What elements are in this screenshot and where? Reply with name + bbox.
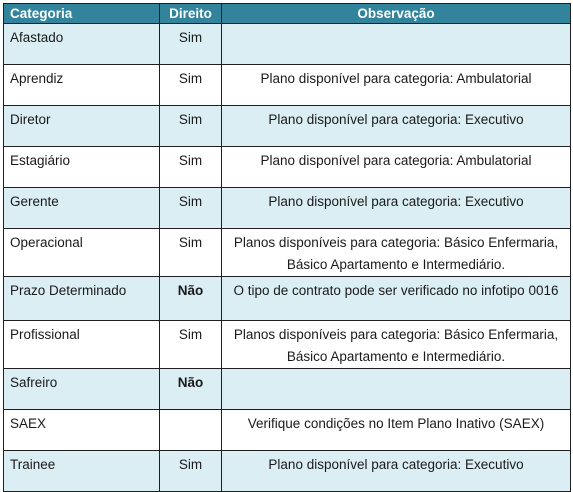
table-row: SAEX Verifique condições no Item Plano I…: [3, 409, 571, 451]
table-row: Prazo Determinado Não O tipo de contrato…: [3, 276, 571, 321]
cell-observacao: Planos disponíveis para categoria: Básic…: [221, 228, 571, 277]
header-direito: Direito: [159, 3, 222, 24]
table-row: Afastado Sim: [3, 23, 571, 65]
cell-observacao: [221, 23, 571, 65]
cell-observacao: O tipo de contrato pode ser verificado n…: [221, 276, 571, 321]
cell-direito: Não: [159, 368, 222, 410]
cell-categoria: Operacional: [3, 228, 160, 277]
cell-categoria: Trainee: [3, 450, 160, 492]
table-row: Operacional Sim Planos disponíveis para …: [3, 228, 571, 277]
cell-categoria: Safreiro: [3, 368, 160, 410]
cell-direito: Não: [159, 276, 222, 321]
cell-observacao: Plano disponível para categoria: Executi…: [221, 187, 571, 229]
cell-observacao: Verifique condições no Item Plano Inativ…: [221, 409, 571, 451]
table-row: Aprendiz Sim Plano disponível para categ…: [3, 64, 571, 106]
cell-categoria: Aprendiz: [3, 64, 160, 106]
cell-direito: Sim: [159, 64, 222, 106]
table-header-row: Categoria Direito Observação: [3, 3, 571, 24]
cell-observacao: Planos disponíveis para categoria: Básic…: [221, 320, 571, 369]
table-container: Categoria Direito Observação Afastado Si…: [3, 3, 571, 492]
table-row: Safreiro Não: [3, 368, 571, 410]
cell-observacao: [221, 368, 571, 410]
cell-direito: Sim: [159, 320, 222, 369]
cell-observacao: Plano disponível para categoria: Executi…: [221, 105, 571, 147]
cell-observacao: Plano disponível para categoria: Ambulat…: [221, 64, 571, 106]
cell-categoria: Profissional: [3, 320, 160, 369]
categoria-direito-table: Categoria Direito Observação Afastado Si…: [3, 3, 571, 492]
table-row: Trainee Sim Plano disponível para catego…: [3, 450, 571, 492]
cell-direito: Sim: [159, 146, 222, 188]
table-row: Estagiário Sim Plano disponível para cat…: [3, 146, 571, 188]
cell-direito: Sim: [159, 187, 222, 229]
cell-direito: Sim: [159, 228, 222, 277]
cell-categoria: Gerente: [3, 187, 160, 229]
table-row: Diretor Sim Plano disponível para catego…: [3, 105, 571, 147]
header-observacao: Observação: [221, 3, 571, 24]
cell-direito: [159, 409, 222, 451]
table-row: Profissional Sim Planos disponíveis para…: [3, 320, 571, 369]
cell-observacao: Plano disponível para categoria: Executi…: [221, 450, 571, 492]
cell-categoria: Prazo Determinado: [3, 276, 160, 321]
cell-direito: Sim: [159, 105, 222, 147]
cell-categoria: Diretor: [3, 105, 160, 147]
cell-categoria: SAEX: [3, 409, 160, 451]
cell-observacao: Plano disponível para categoria: Ambulat…: [221, 146, 571, 188]
cell-categoria: Estagiário: [3, 146, 160, 188]
cell-direito: Sim: [159, 23, 222, 65]
cell-categoria: Afastado: [3, 23, 160, 65]
table-row: Gerente Sim Plano disponível para catego…: [3, 187, 571, 229]
header-categoria: Categoria: [3, 3, 160, 24]
cell-direito: Sim: [159, 450, 222, 492]
